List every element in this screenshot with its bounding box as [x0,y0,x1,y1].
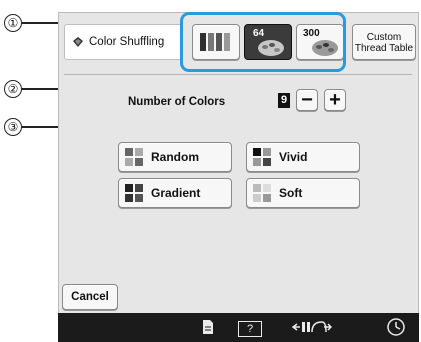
color-shuffling-icon [71,35,85,49]
gradient-icon [125,184,143,202]
vivid-button[interactable]: Vivid [246,142,360,172]
vivid-label: Vivid [279,150,308,164]
palette-highlight [180,12,346,72]
number-of-colors-value: 9 [278,93,290,108]
random-button[interactable]: Random [118,142,232,172]
callout-2: ② [4,80,22,98]
soft-label: Soft [279,186,303,200]
number-of-colors-label: Number of Colors [128,96,226,108]
callout-3: ③ [4,118,22,136]
document-icon[interactable] [198,316,218,338]
callout-1: ① [4,14,22,32]
cancel-button[interactable]: Cancel [62,284,118,310]
increase-button[interactable]: + [324,89,346,111]
divider [64,74,412,75]
help-icon-label: ? [238,321,262,337]
color-shuffling-title: Color Shuffling [64,24,182,60]
decrease-button[interactable]: − [296,89,318,111]
random-icon [125,148,143,166]
soft-icon [253,184,271,202]
gradient-button[interactable]: Gradient [118,178,232,208]
custom-thread-table-button[interactable]: Custom Thread Table [352,24,416,60]
thread-tension-icon[interactable] [290,316,334,338]
soft-button[interactable]: Soft [246,178,360,208]
clock-icon[interactable] [386,316,406,338]
page-title: Color Shuffling [89,36,165,48]
random-label: Random [151,150,199,164]
help-icon[interactable]: ? [236,316,264,338]
gradient-label: Gradient [151,186,201,200]
thread-table-label: Thread Table [354,43,414,54]
vivid-icon [253,148,271,166]
custom-label: Custom [366,32,402,43]
